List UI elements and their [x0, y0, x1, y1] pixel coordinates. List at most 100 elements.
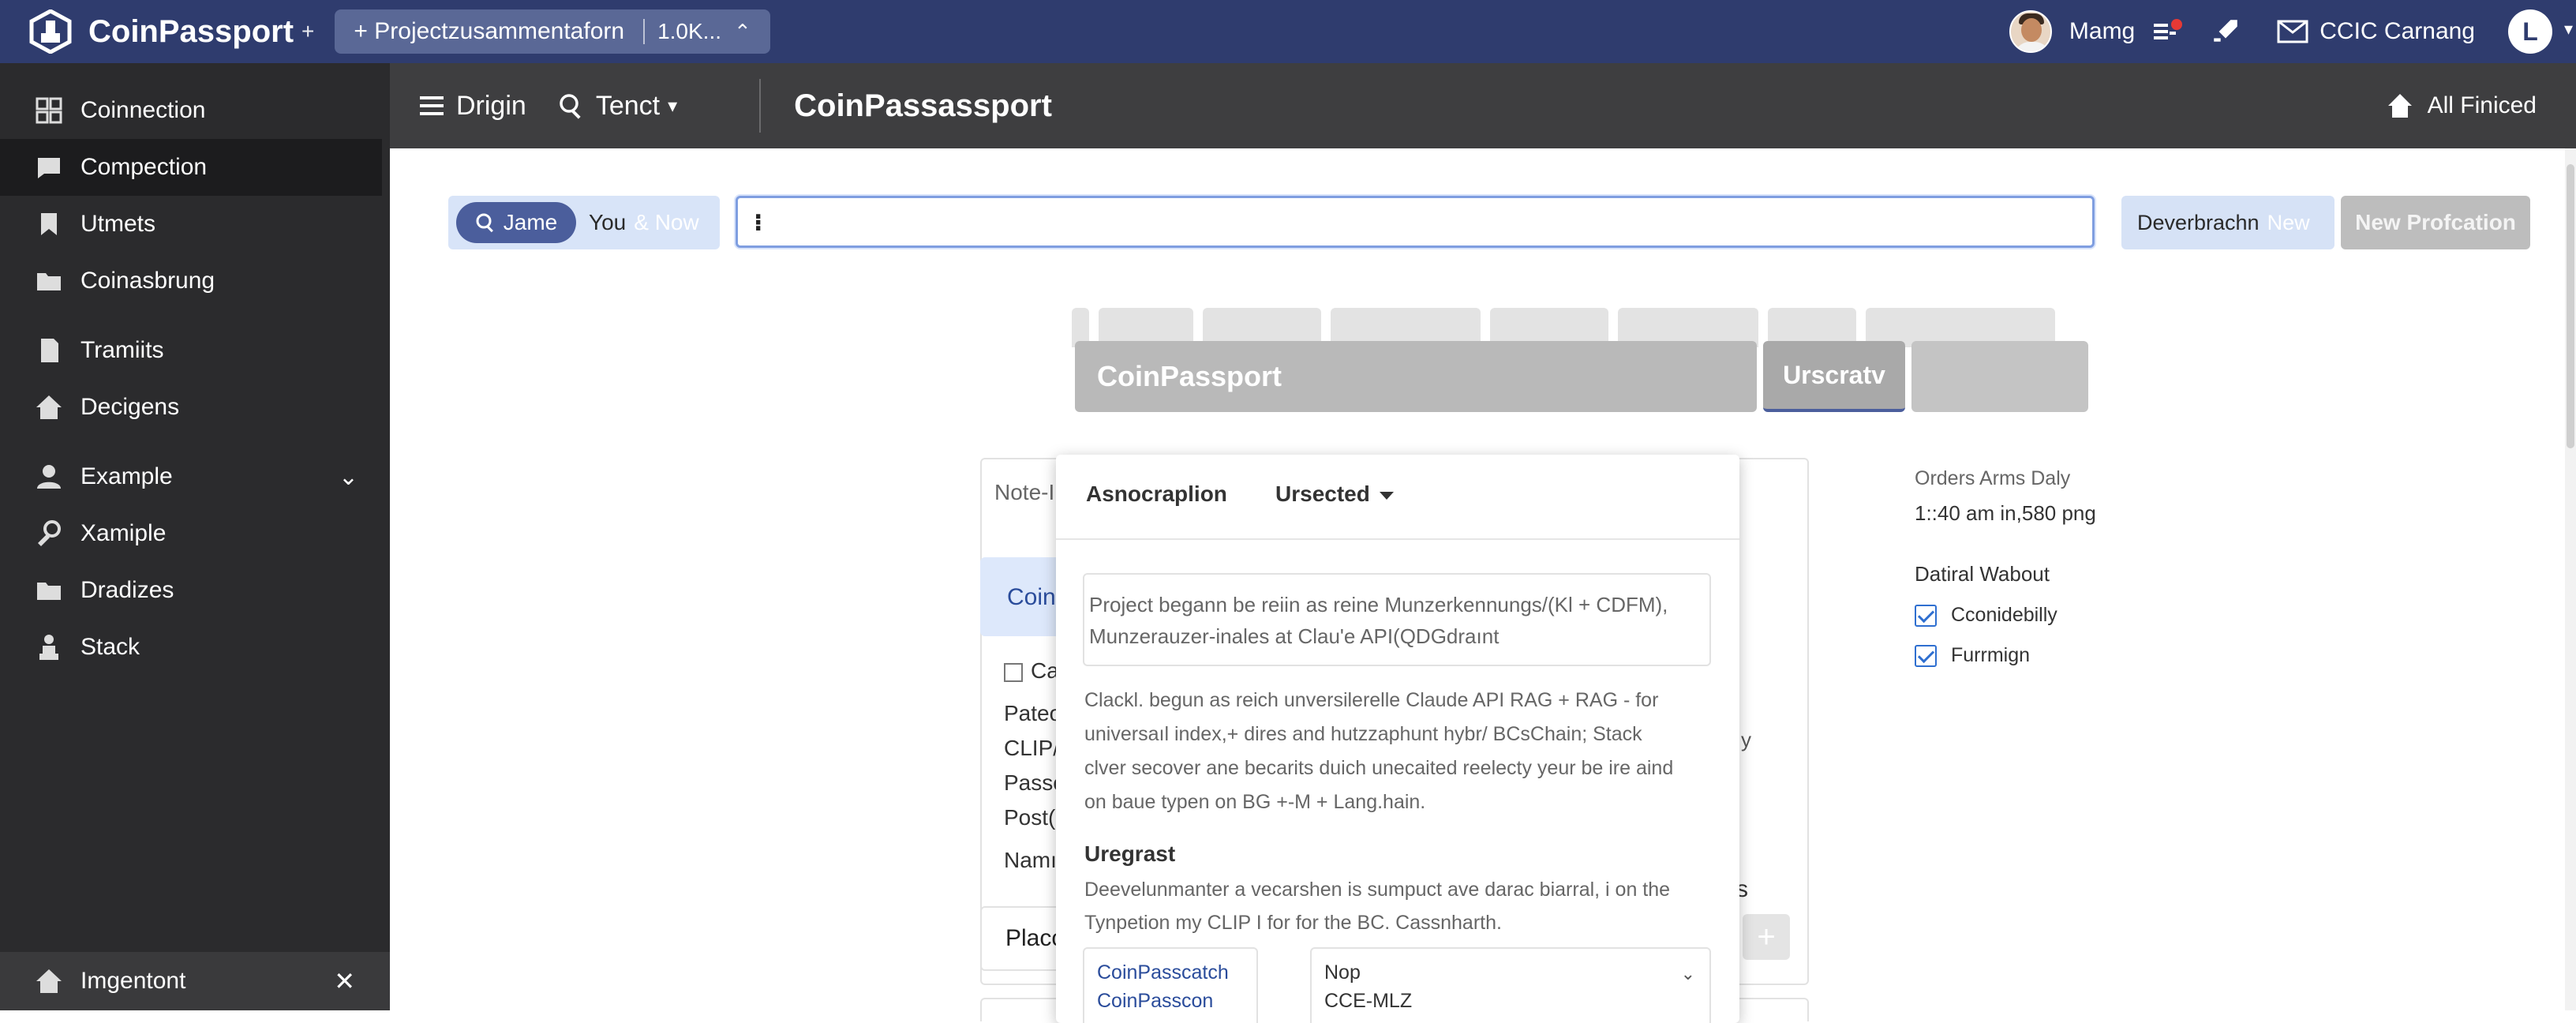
user-initial: L	[2522, 17, 2538, 46]
sidebar-item-label: Dradizes	[80, 577, 174, 603]
popup-header: Asnocraplion Ursected	[1056, 455, 1739, 540]
add-icon[interactable]: +	[1743, 914, 1790, 960]
deverbrachn-label: Deverbrachn	[2137, 210, 2260, 234]
page-title: CoinPassassport	[794, 88, 1052, 123]
hamburger-icon	[420, 96, 444, 115]
sidebar-item-decigens[interactable]: Decigens	[0, 379, 390, 436]
mail-label[interactable]: CCIC Carnang	[2320, 18, 2475, 45]
sidebar-item-label: Stack	[80, 634, 140, 660]
toolbar-divider	[759, 79, 762, 133]
project-count: 1.0K...	[643, 19, 721, 44]
sidebar-item-label: Decigens	[80, 394, 180, 420]
stack-icon	[39, 635, 58, 660]
details-heading: Datiral Wabout	[1915, 562, 2050, 586]
search-icon	[476, 213, 493, 233]
link-list-box[interactable]: CoinPasscatch CoinPasscon	[1083, 947, 1258, 1023]
top-bar: CoinPassport + + Projectzusammentaforn 1…	[0, 0, 2576, 63]
description-paragraph: Clackl. begun as reich unversilerelle Cl…	[1084, 684, 1716, 819]
background-note: Note-I	[994, 480, 1055, 504]
segmented-control[interactable]: Jame You & Now	[448, 196, 720, 249]
description-textarea[interactable]: Project begann be reiin as reine Munzerk…	[1083, 573, 1711, 666]
modal-tab-urscratv[interactable]: Urscratv	[1763, 341, 1905, 412]
background-side-text: y	[1741, 728, 1751, 751]
folder-icon	[37, 583, 61, 600]
checkbox-checked-icon[interactable]	[1915, 644, 1937, 667]
modal-title: CoinPassport	[1097, 360, 1282, 392]
sidebar-item-label: Coinnection	[80, 97, 206, 123]
sidebar-item-label: Tramiits	[80, 337, 164, 363]
background-placeholder-label: Placc	[1005, 925, 1064, 951]
scrollbar[interactable]	[2565, 148, 2576, 1010]
close-icon[interactable]: ✕	[334, 966, 355, 996]
link-item[interactable]: CoinPasscatch	[1097, 958, 1244, 987]
project-tab[interactable]: + Projectzusammentaforn 1.0K... ⌃	[335, 9, 770, 54]
segment-jame-label: Jame	[503, 210, 558, 234]
user-name[interactable]: Mamg	[2069, 18, 2135, 45]
sidebar-item-xamiple[interactable]: Xamiple	[0, 505, 390, 562]
checkbox-checked-icon[interactable]	[1915, 604, 1937, 627]
sidebar-item-example[interactable]: Example ⌄	[0, 448, 390, 505]
search-dropdown[interactable]: Tenct ▾	[558, 91, 677, 122]
sidebar-item-dradizes[interactable]: Dradizes	[0, 562, 390, 619]
segment-you[interactable]: You & Now	[589, 210, 699, 235]
app-plus: +	[301, 19, 315, 43]
new-profcation-button[interactable]: New Profcation	[2341, 196, 2530, 249]
mail-icon[interactable]	[2277, 20, 2308, 43]
section-line: Tynpetion my CLIP I for for the BC. Cass…	[1084, 912, 1502, 934]
textarea-line: Munzerauzer-inales at Clau'e API(QDGdraı…	[1089, 624, 1500, 648]
option-value: CCE-MLZ	[1324, 990, 1413, 1012]
chevron-down-icon: ⌄	[1680, 964, 1695, 984]
grid-icon	[36, 97, 62, 124]
search-input-value: ⁝	[754, 210, 763, 236]
popup-tab-asnocraplion[interactable]: Asnocraplion	[1086, 482, 1227, 507]
chevron-down-icon: ▾	[2563, 19, 2573, 39]
document-icon	[41, 339, 58, 362]
project-tab-close-icon[interactable]: ⌃	[734, 20, 751, 44]
sidebar-item-compection[interactable]: Compection	[0, 139, 382, 196]
paragraph-line: on baue typen on BG +-M + Lang.hain.	[1084, 791, 1426, 813]
search-input[interactable]: ⁝	[736, 196, 2095, 248]
app-logo[interactable]: CoinPassport +	[28, 9, 314, 54]
top-right-area: Mamg CCIC Carnang L ▾	[2009, 0, 2573, 63]
segment-jame[interactable]: Jame	[456, 202, 576, 243]
option-value: Nop	[1324, 961, 1361, 984]
sidebar-item-coinnection[interactable]: Coinnection	[0, 82, 390, 139]
sidebar-item-stack[interactable]: Stack	[0, 619, 390, 676]
modal-tab-empty[interactable]	[1911, 341, 2088, 412]
chat-icon	[38, 158, 60, 178]
checkbox-cconidebilly[interactable]: Cconidebilly	[1915, 604, 2096, 627]
chevron-down-icon[interactable]: ⌄	[339, 463, 358, 491]
checkbox-furrmign[interactable]: Furrmign	[1915, 644, 2096, 667]
toolbar: Drigin Tenct ▾ CoinPassassport All Finic…	[390, 63, 2576, 148]
menu-button[interactable]: Drigin	[418, 91, 526, 122]
segment-now-label: & Now	[634, 210, 699, 234]
user-menu[interactable]: L ▾	[2508, 9, 2573, 54]
sidebar-bottom-item[interactable]: Imgentont ✕	[0, 952, 390, 1010]
notification-badge	[2171, 19, 2183, 30]
sidebar-item-label: Compection	[80, 154, 208, 180]
launch-icon[interactable]	[2211, 17, 2241, 47]
sidebar-item-label: Xamiple	[80, 520, 167, 546]
app-name: CoinPassport	[88, 13, 294, 49]
folder-icon	[37, 273, 61, 290]
all-finished-button[interactable]: All Finiced	[2387, 92, 2537, 119]
sidebar-item-utmets[interactable]: Utmets	[0, 196, 390, 253]
avatar[interactable]	[2009, 10, 2052, 53]
sidebar-item-label: Coinasbrung	[80, 268, 215, 294]
orders-value: 1::40 am in,580 png	[1915, 501, 2096, 525]
home-icon	[2387, 94, 2412, 118]
deverbrachn-new-label: New	[2267, 210, 2310, 234]
popup-select-label: Ursected	[1275, 482, 1370, 506]
checkbox-label: Cconidebilly	[1951, 604, 2057, 626]
deverbrachn-button[interactable]: Deverbrachn New	[2121, 196, 2334, 249]
link-item[interactable]: CoinPasscon	[1097, 987, 1244, 1015]
background-checkbox[interactable]	[1004, 662, 1023, 682]
orders-label: Orders Arms Daly	[1915, 467, 2071, 489]
paragraph-line: clver secover ane becarits duich unecait…	[1084, 757, 1674, 779]
option-select[interactable]: Nop CCE-MLZ ⌄	[1310, 947, 1711, 1023]
popup-select-ursected[interactable]: Ursected	[1275, 482, 1394, 507]
notifications-icon[interactable]	[2151, 17, 2183, 46]
all-finished-label: All Finiced	[2427, 92, 2537, 118]
sidebar-item-tramiits[interactable]: Tramiits	[0, 322, 390, 379]
sidebar-item-coinasbrung[interactable]: Coinasbrung	[0, 253, 390, 309]
